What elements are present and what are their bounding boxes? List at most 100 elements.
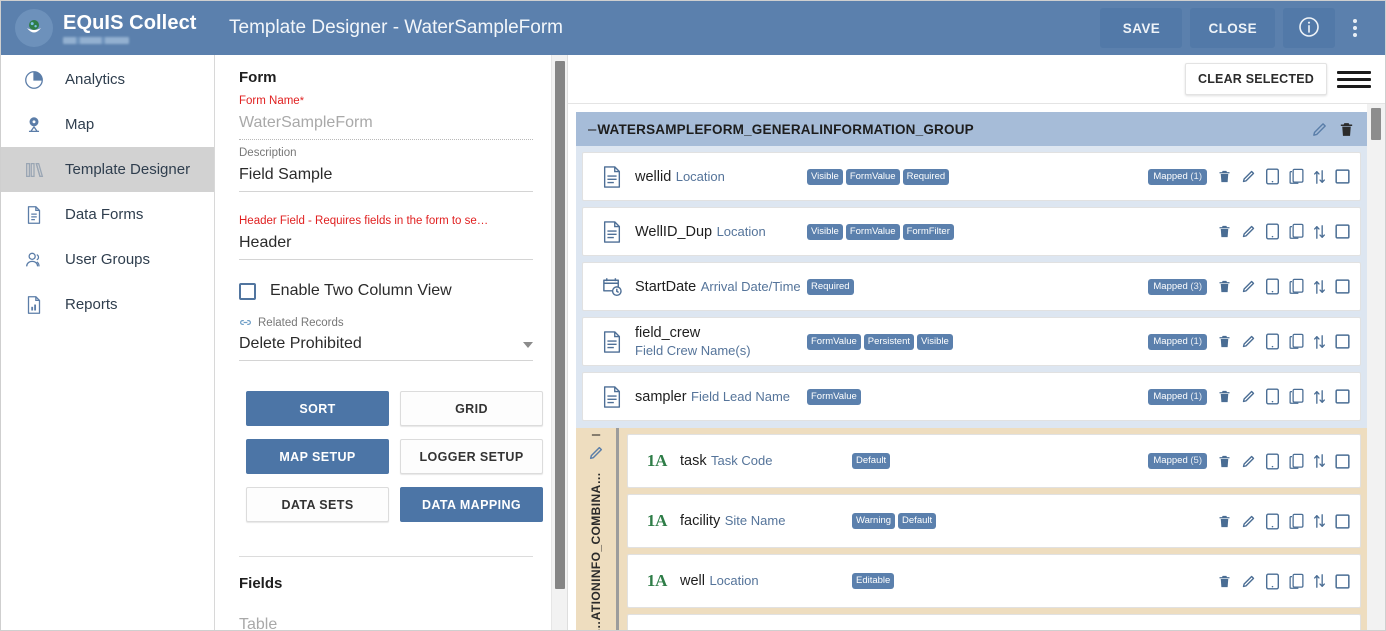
pencil-icon[interactable] (1241, 389, 1256, 404)
scrollbar-thumb[interactable] (1371, 108, 1381, 140)
mapped-badge[interactable]: Mapped (1) (1148, 168, 1207, 185)
sort-arrows-icon[interactable] (1313, 453, 1326, 469)
sort-arrows-icon[interactable] (1313, 279, 1326, 295)
duplicate-icon[interactable] (1289, 168, 1304, 185)
sidebar-item-analytics[interactable]: Analytics (1, 57, 214, 102)
table-row[interactable]: WellID_Dup Location Visible FormValue Fo… (582, 207, 1361, 256)
collapse-toggle-icon[interactable]: – (592, 427, 600, 442)
trash-icon[interactable] (1217, 514, 1232, 529)
select-checkbox-icon[interactable] (1335, 573, 1350, 589)
sort-arrows-icon[interactable] (1313, 169, 1326, 185)
info-button[interactable] (1283, 8, 1335, 48)
map-setup-button[interactable]: MAP SETUP (246, 439, 389, 474)
trash-icon[interactable] (1217, 224, 1232, 239)
table-row[interactable]: 1A well Location Editable (627, 554, 1361, 608)
sidebar-item-map[interactable]: Map (1, 102, 214, 147)
table-row[interactable]: 1A facility Site Name Warning Default (627, 494, 1361, 548)
select-checkbox-icon[interactable] (1335, 513, 1350, 529)
pencil-icon[interactable] (1241, 574, 1256, 589)
mobile-device-icon[interactable] (1265, 388, 1280, 405)
pencil-icon[interactable] (1241, 279, 1256, 294)
logger-setup-button[interactable]: LOGGER SETUP (400, 439, 543, 474)
mobile-device-icon[interactable] (1265, 452, 1280, 470)
header-field[interactable]: Header Field - Requires fields in the fo… (239, 214, 533, 260)
data-sets-button[interactable]: DATA SETS (246, 487, 389, 522)
related-records-select[interactable]: Related Records Delete Prohibited (239, 316, 533, 361)
description-value[interactable]: Field Sample (239, 160, 533, 191)
table-value[interactable]: Table (239, 610, 533, 630)
data-mapping-button[interactable]: DATA MAPPING (400, 487, 543, 522)
table-row[interactable]: StartDate Arrival Date/Time Required Map… (582, 262, 1361, 311)
table-row[interactable]: √XY Well_Type Location Type Formula (627, 614, 1361, 630)
mapped-badge[interactable]: Mapped (3) (1148, 278, 1207, 295)
mobile-device-icon[interactable] (1265, 223, 1280, 240)
table-row[interactable]: 1A task Task Code Default Mapped (5) (627, 434, 1361, 488)
duplicate-icon[interactable] (1289, 388, 1304, 405)
select-checkbox-icon[interactable] (1335, 453, 1350, 469)
select-checkbox-icon[interactable] (1335, 224, 1350, 239)
chevron-down-icon[interactable] (523, 342, 533, 348)
duplicate-icon[interactable] (1289, 223, 1304, 240)
mobile-device-icon[interactable] (1265, 572, 1280, 590)
sort-arrows-icon[interactable] (1313, 389, 1326, 405)
sort-arrows-icon[interactable] (1313, 513, 1326, 529)
enable-two-column-view-checkbox[interactable]: Enable Two Column View (239, 282, 533, 300)
sort-button[interactable]: SORT (246, 391, 389, 426)
collapse-toggle-icon[interactable]: – (588, 122, 596, 137)
group-header[interactable]: – WATERSAMPLEFORM_GENERALINFORMATION_GRO… (576, 112, 1367, 146)
pencil-icon[interactable] (1241, 169, 1256, 184)
duplicate-icon[interactable] (1289, 278, 1304, 295)
description-field[interactable]: Description Field Sample (239, 146, 533, 192)
canvas-scrollbar[interactable] (1367, 104, 1385, 630)
sort-arrows-icon[interactable] (1313, 334, 1326, 350)
group-delete-trash-icon[interactable] (1338, 121, 1355, 138)
table-row[interactable]: wellid Location Visible FormValue Requir… (582, 152, 1361, 201)
trash-icon[interactable] (1217, 334, 1232, 349)
select-checkbox-icon[interactable] (1335, 334, 1350, 349)
pencil-icon[interactable] (1241, 224, 1256, 239)
duplicate-icon[interactable] (1289, 333, 1304, 350)
pencil-icon[interactable] (1241, 454, 1256, 469)
table-row[interactable]: field_crew Field Crew Name(s) FormValue … (582, 317, 1361, 366)
mapped-badge[interactable]: Mapped (5) (1148, 453, 1207, 469)
select-checkbox-icon[interactable] (1335, 389, 1350, 404)
trash-icon[interactable] (1217, 454, 1232, 469)
save-button[interactable]: SAVE (1100, 8, 1183, 48)
group-edit-pencil-icon[interactable] (588, 445, 604, 466)
form-name-value[interactable]: WaterSampleForm (239, 108, 533, 139)
table-row[interactable]: sampler Field Lead Name FormValue Mapped… (582, 372, 1361, 421)
duplicate-icon[interactable] (1289, 453, 1304, 470)
mobile-device-icon[interactable] (1265, 278, 1280, 295)
form-name-field[interactable]: Form Name* WaterSampleForm (239, 94, 533, 140)
pencil-icon[interactable] (1241, 334, 1256, 349)
pencil-icon[interactable] (1241, 514, 1256, 529)
sidebar-item-reports[interactable]: Reports (1, 282, 214, 327)
trash-icon[interactable] (1217, 389, 1232, 404)
mobile-device-icon[interactable] (1265, 333, 1280, 350)
clear-selected-button[interactable]: CLEAR SELECTED (1184, 63, 1327, 95)
scrollbar-thumb[interactable] (555, 61, 565, 589)
sort-arrows-icon[interactable] (1313, 573, 1326, 589)
duplicate-icon[interactable] (1289, 573, 1304, 590)
close-button[interactable]: CLOSE (1190, 8, 1275, 48)
trash-icon[interactable] (1217, 169, 1232, 184)
mobile-device-icon[interactable] (1265, 168, 1280, 185)
sort-arrows-icon[interactable] (1313, 224, 1326, 240)
mapped-badge[interactable]: Mapped (1) (1148, 333, 1207, 350)
form-panel-scrollbar[interactable] (551, 55, 567, 630)
trash-icon[interactable] (1217, 574, 1232, 589)
hamburger-menu-icon[interactable] (1337, 64, 1371, 94)
mobile-device-icon[interactable] (1265, 512, 1280, 530)
mapped-badge[interactable]: Mapped (1) (1148, 388, 1207, 405)
grid-button[interactable]: GRID (400, 391, 543, 426)
duplicate-icon[interactable] (1289, 513, 1304, 530)
sidebar-item-template-designer[interactable]: Template Designer (1, 147, 214, 192)
sidebar-item-data-forms[interactable]: Data Forms (1, 192, 214, 237)
select-checkbox-icon[interactable] (1335, 279, 1350, 294)
header-field-value[interactable]: Header (239, 228, 533, 259)
table-field[interactable]: Table (239, 610, 533, 630)
trash-icon[interactable] (1217, 279, 1232, 294)
group-edit-pencil-icon[interactable] (1311, 121, 1328, 138)
more-vertical-icon[interactable] (1337, 8, 1373, 48)
checkbox-box[interactable] (239, 282, 256, 300)
